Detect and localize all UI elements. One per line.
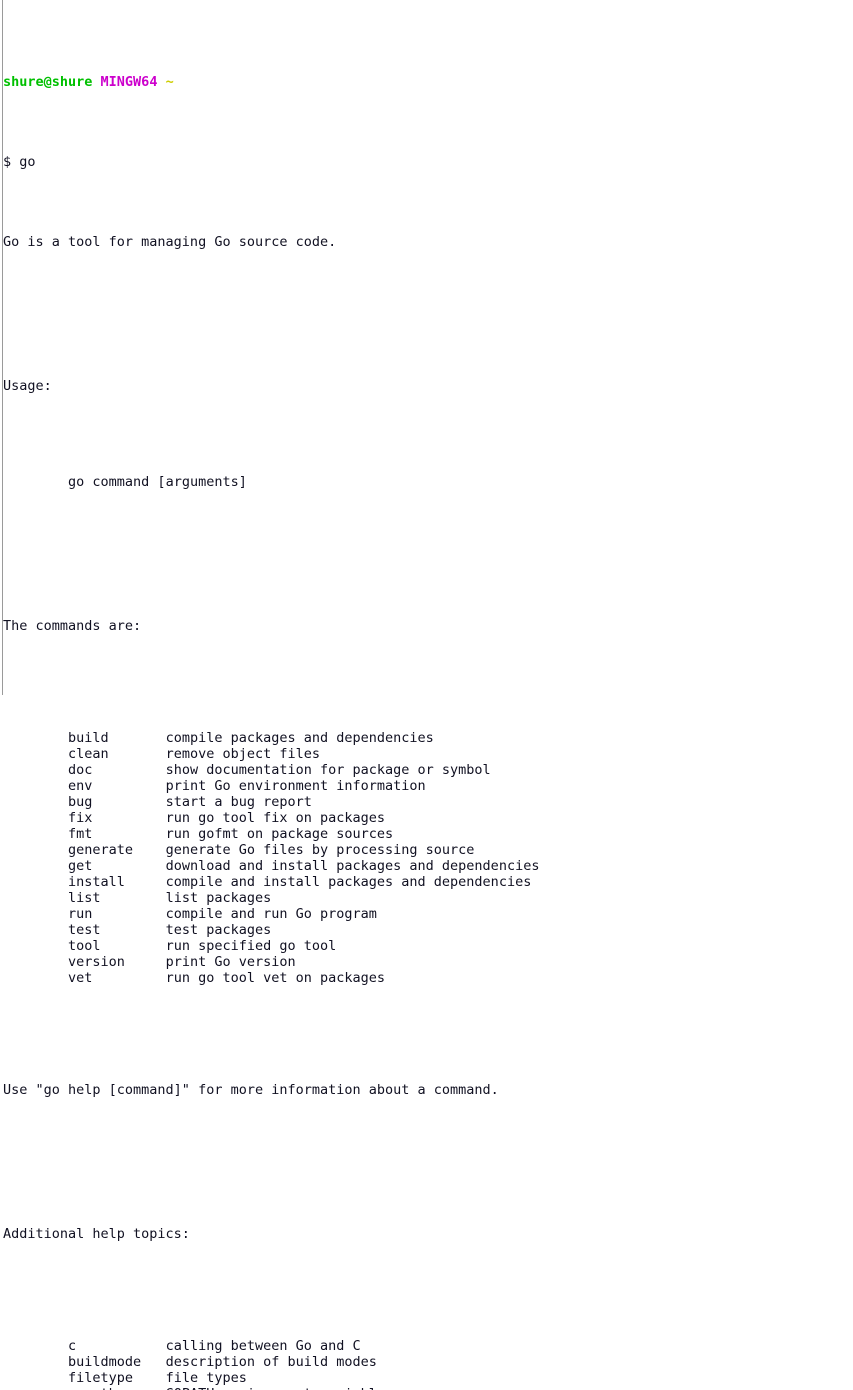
prompt-user-host: shure@shure xyxy=(3,74,93,90)
commands-heading: The commands are: xyxy=(3,618,142,634)
command-entry-name: test xyxy=(68,922,101,938)
topic-entry-description: GOPATH environment variable xyxy=(166,1386,385,1390)
topic-entry-name: buildmode xyxy=(68,1354,142,1370)
command-entry: version print Go version xyxy=(3,954,853,970)
command-entry-description: compile and install packages and depende… xyxy=(165,874,532,890)
usage-line: go command [arguments] xyxy=(3,474,853,490)
command-entry: fmt run gofmt on package sources xyxy=(3,826,853,842)
command-entry: doc show documentation for package or sy… xyxy=(3,762,853,778)
topic-entry-description: calling between Go and C xyxy=(165,1338,361,1354)
command-entry-description: remove object files xyxy=(165,746,321,762)
command-entry-name: env xyxy=(68,778,93,794)
command-entry: run compile and run Go program xyxy=(3,906,853,922)
command-entry-description: print Go environment information xyxy=(165,778,426,794)
topics-heading: Additional help topics: xyxy=(3,1226,190,1242)
topics-list: c calling between Go and C buildmode des… xyxy=(3,1338,853,1390)
usage-heading: Usage: xyxy=(3,378,52,394)
command-entry-description: run specified go tool xyxy=(165,938,337,954)
command-entry: env print Go environment information xyxy=(3,778,853,794)
command-entry-description: show documentation for package or symbol xyxy=(165,762,491,778)
command-entry-description: download and install packages and depend… xyxy=(165,858,540,874)
command-entry-name: install xyxy=(68,874,125,890)
command-entry-description: compile packages and dependencies xyxy=(165,730,434,746)
topic-entry-description: description of build modes xyxy=(165,1354,377,1370)
command-entry-name: build xyxy=(68,730,109,746)
command-entry-description: print Go version xyxy=(165,954,296,970)
topic-entry-name: filetype xyxy=(68,1370,134,1386)
prompt-cwd: ~ xyxy=(165,74,174,90)
command-input-line[interactable]: $ go xyxy=(3,154,853,170)
command-entry: tool run specified go tool xyxy=(3,938,853,954)
topic-entry-name: c xyxy=(68,1338,77,1354)
command-entry-name: doc xyxy=(68,762,93,778)
terminal-window[interactable]: shure@shure MINGW64 ~ $ go Go is a tool … xyxy=(0,0,853,1390)
command-entry-name: run xyxy=(68,906,93,922)
command-entry: bug start a bug report xyxy=(3,794,853,810)
command-entry-description: list packages xyxy=(165,890,272,906)
command-entry-description: run gofmt on package sources xyxy=(165,826,394,842)
command-entry: test test packages xyxy=(3,922,853,938)
command-entry: list list packages xyxy=(3,890,853,906)
command-entry: clean remove object files xyxy=(3,746,853,762)
command-entry-name: list xyxy=(68,890,101,906)
command-entry-description: start a bug report xyxy=(165,794,312,810)
command-entry-name: version xyxy=(68,954,125,970)
command-entry-description: run go tool fix on packages xyxy=(165,810,386,826)
command-entry-name: vet xyxy=(68,970,93,986)
command-entry-name: tool xyxy=(68,938,101,954)
topic-entry: c calling between Go and C xyxy=(3,1338,853,1354)
terminal-screen[interactable]: shure@shure MINGW64 ~ $ go Go is a tool … xyxy=(0,10,853,1390)
command-entry-description: test packages xyxy=(165,922,272,938)
command-entry: generate generate Go files by processing… xyxy=(3,842,853,858)
topic-entry: buildmode description of build modes xyxy=(3,1354,853,1370)
command-entry-description: compile and run Go program xyxy=(165,906,377,922)
command-entry-name: fmt xyxy=(68,826,93,842)
command-entry: vet run go tool vet on packages xyxy=(3,970,853,986)
commands-footer: Use "go help [command]" for more informa… xyxy=(3,1082,499,1098)
topic-entry-description: file types xyxy=(165,1370,247,1386)
usage-synopsis: go command [arguments] xyxy=(68,474,247,490)
command-entry: install compile and install packages and… xyxy=(3,874,853,890)
command-entry: fix run go tool fix on packages xyxy=(3,810,853,826)
prompt-shell-env: MINGW64 xyxy=(100,74,158,90)
command-entry-description: run go tool vet on packages xyxy=(165,970,386,986)
prompt-line: shure@shure MINGW64 ~ xyxy=(3,74,853,90)
command-entry-description: generate Go files by processing source xyxy=(165,842,475,858)
command-entry-name: get xyxy=(68,858,93,874)
command-entry: get download and install packages and de… xyxy=(3,858,853,874)
command-entry-name: clean xyxy=(68,746,109,762)
command-entry-name: fix xyxy=(68,810,93,826)
topic-entry: filetype file types xyxy=(3,1370,853,1386)
command-entry-name: generate xyxy=(68,842,134,858)
command-entry: build compile packages and dependencies xyxy=(3,730,853,746)
command-entry-name: bug xyxy=(68,794,93,810)
topic-entry: gopath GOPATH environment variable xyxy=(3,1386,853,1390)
commands-list: build compile packages and dependencies … xyxy=(3,730,853,986)
output-intro: Go is a tool for managing Go source code… xyxy=(3,234,337,250)
topic-entry-name: gopath xyxy=(68,1386,117,1390)
